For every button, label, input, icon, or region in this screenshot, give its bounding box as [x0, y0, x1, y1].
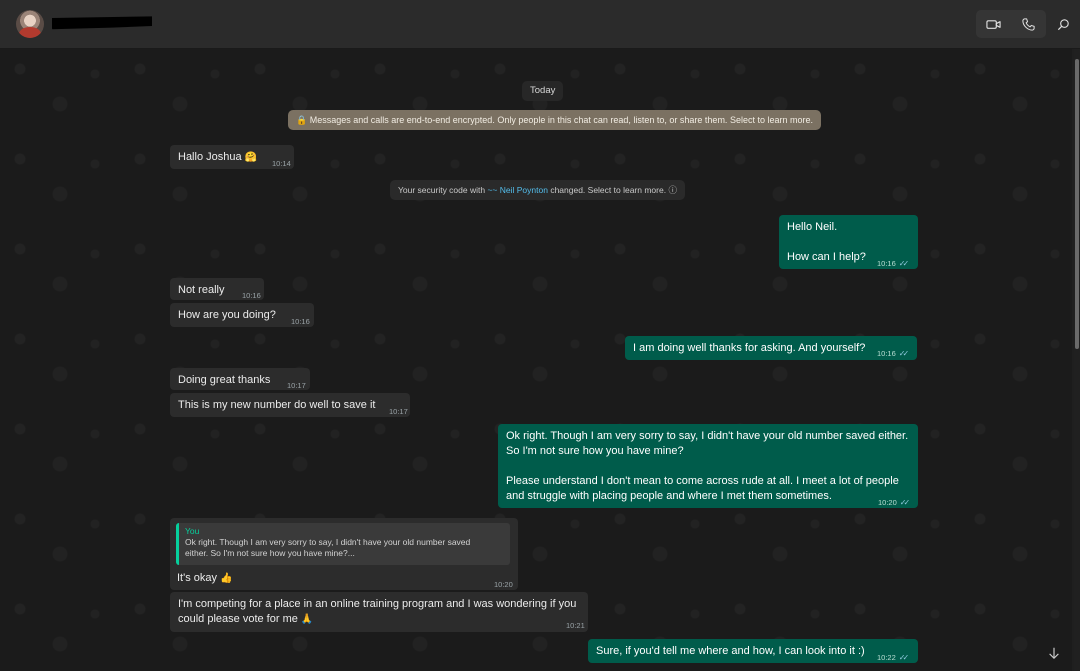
scrollbar[interactable]: [1074, 49, 1080, 671]
message-time-wrap: 10:16 ✓✓: [877, 256, 910, 271]
message-bubble[interactable]: Hallo Joshua 🤗 10:14: [170, 145, 294, 169]
security-notice-suffix: changed. Select to learn more. ⓘ: [547, 185, 677, 195]
message-bubble[interactable]: Hello Neil. How can I help? 10:16 ✓✓: [779, 215, 918, 269]
message-bubble[interactable]: I am doing well thanks for asking. And y…: [625, 336, 917, 360]
message-bubble[interactable]: How are you doing? 10:16: [170, 303, 314, 327]
double-check-icon: ✓✓: [898, 653, 910, 662]
message-text: Not really: [178, 284, 225, 296]
message-time: 10:17: [287, 381, 306, 390]
message-text-line: Hello Neil.: [787, 221, 838, 233]
chat-header: [0, 0, 1080, 49]
double-check-icon: ✓✓: [898, 349, 910, 358]
date-divider: Today: [522, 81, 564, 101]
quoted-text-line: either. So I'm not sure how you have min…: [185, 548, 355, 558]
video-call-button[interactable]: [976, 10, 1010, 38]
message-text-line: Please understand I don't mean to come a…: [506, 475, 899, 487]
message-text-line: [506, 459, 910, 474]
scrollbar-thumb[interactable]: [1075, 59, 1079, 349]
message-text: I am doing well thanks for asking. And y…: [633, 342, 866, 354]
message-text-line: So I'm not sure how you have mine?: [506, 445, 684, 457]
message-time: 10:17: [389, 407, 408, 416]
message-bubble[interactable]: I'm competing for a place in an online t…: [170, 592, 588, 632]
scroll-to-bottom-button[interactable]: [1045, 643, 1063, 663]
message-time: 10:16: [877, 349, 896, 358]
message-bubble[interactable]: Not really 10:16: [170, 278, 264, 300]
search-icon: [1057, 18, 1069, 30]
message-text-line: [787, 235, 910, 250]
double-check-icon: ✓✓: [899, 498, 911, 507]
message-content: It's okay 👍: [177, 571, 233, 586]
arrow-down-icon: [1049, 647, 1059, 660]
message-text: could please vote for me: [178, 613, 298, 625]
message-time-wrap: 10:20 ✓✓: [878, 495, 911, 510]
security-code-notice[interactable]: Your security code with ~~ Neil Poynton …: [390, 180, 685, 200]
quoted-author: You: [185, 526, 200, 536]
encryption-notice[interactable]: 🔒 Messages and calls are end-to-end encr…: [288, 110, 821, 130]
thumbs-up-emoji: 👍: [220, 573, 233, 584]
message-time: 10:16: [291, 317, 310, 326]
video-camera-icon: [985, 19, 1001, 29]
security-notice-prefix: Your security code with: [398, 185, 488, 195]
message-time-wrap: 10:22 ✓✓: [877, 650, 910, 665]
message-text-line: I'm competing for a place in an online t…: [178, 598, 577, 610]
folded-hands-emoji: 🙏: [300, 614, 314, 625]
message-time: 10:21: [566, 621, 585, 630]
message-text: Hallo Joshua: [178, 151, 242, 163]
message-time-wrap: 10:16 ✓✓: [877, 346, 910, 361]
message-text-line: and struggle with placing people and whe…: [506, 490, 832, 502]
message-list[interactable]: [0, 49, 1072, 671]
message-time: 10:20: [878, 498, 897, 507]
message-text: Doing great thanks: [178, 374, 271, 386]
security-notice-contact: ~~ Neil Poynton: [487, 185, 548, 195]
message-text-line: could please vote for me 🙏: [178, 612, 580, 627]
message-text: This is my new number do well to save it: [178, 399, 376, 411]
message-bubble[interactable]: Sure, if you'd tell me where and how, I …: [588, 639, 918, 663]
search-button[interactable]: [1052, 10, 1074, 38]
message-time: 10:16: [877, 259, 896, 268]
message-bubble[interactable]: You Ok right. Though I am very sorry to …: [170, 518, 518, 590]
contact-avatar[interactable]: [16, 10, 44, 38]
message-time: 10:14: [272, 159, 291, 168]
phone-icon: [1021, 17, 1035, 31]
message-bubble[interactable]: Doing great thanks 10:17: [170, 368, 310, 390]
quoted-message[interactable]: You Ok right. Though I am very sorry to …: [176, 523, 510, 565]
message-time: 10:20: [494, 580, 513, 589]
call-button-group: [976, 10, 1046, 38]
double-check-icon: ✓✓: [898, 259, 910, 268]
message-bubble[interactable]: Ok right. Though I am very sorry to say,…: [498, 424, 918, 508]
message-text: Sure, if you'd tell me where and how, I …: [596, 645, 865, 657]
message-time: 10:16: [242, 291, 261, 300]
quoted-text-line: Ok right. Though I am very sorry to say,…: [185, 537, 471, 547]
message-text: How are you doing?: [178, 309, 276, 321]
message-bubble[interactable]: This is my new number do well to save it…: [170, 393, 410, 417]
contact-name-redacted[interactable]: [52, 16, 152, 30]
hugging-face-emoji: 🤗: [244, 152, 258, 163]
voice-call-button[interactable]: [1011, 10, 1045, 38]
message-text-line: Ok right. Though I am very sorry to say,…: [506, 430, 909, 442]
message-text: It's okay: [177, 572, 218, 584]
message-time: 10:22: [877, 653, 896, 662]
